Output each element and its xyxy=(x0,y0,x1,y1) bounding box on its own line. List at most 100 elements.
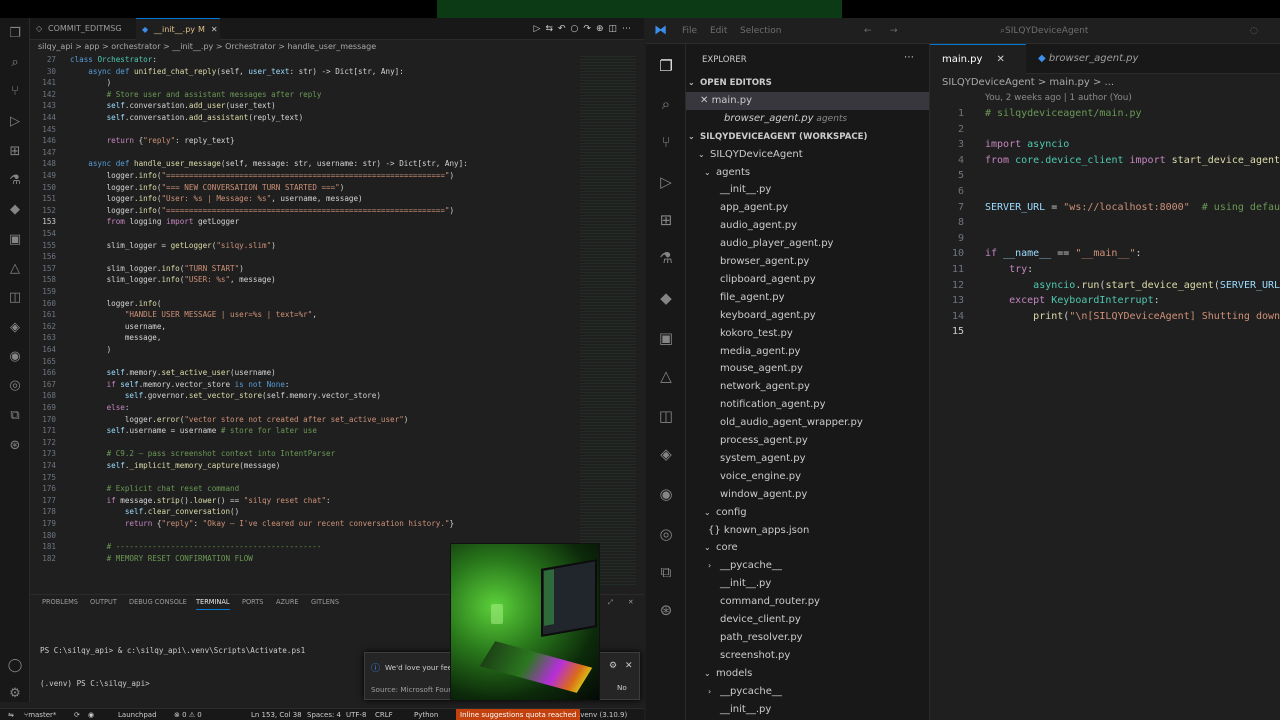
code-line[interactable]: 151 logger.info("User: %s | Message: %s"… xyxy=(30,193,578,205)
file-item[interactable]: __init__.py xyxy=(686,575,929,593)
source-control-icon[interactable]: ⑂ xyxy=(7,84,23,100)
folder-root[interactable]: ⌄ SILQYDeviceAgent xyxy=(686,146,929,164)
code-line[interactable]: 175 xyxy=(30,472,578,484)
code-line[interactable]: 153 from logging import getLogger xyxy=(30,216,578,228)
docker-icon[interactable]: ▣ xyxy=(7,232,23,248)
gear-icon[interactable]: ⚙ xyxy=(609,661,617,671)
tab-browser-agent-py[interactable]: ◆ browser_agent.py xyxy=(1026,44,1146,74)
gitlens-status-icon[interactable]: ◉ xyxy=(88,709,94,720)
files-icon[interactable]: ❐ xyxy=(7,26,23,42)
run-debug-icon[interactable]: ▷ xyxy=(7,114,23,130)
breadcrumb[interactable]: SILQYDeviceAgent > main.py > ... xyxy=(942,77,1114,88)
file-item[interactable]: network_agent.py xyxy=(686,378,929,396)
code-line[interactable]: 146 return {"reply": reply_text} xyxy=(30,135,578,147)
extensions-icon[interactable]: ⊞ xyxy=(656,210,676,230)
code-line[interactable]: 162 username, xyxy=(30,321,578,333)
code-line[interactable]: 12 asyncio.run(start_device_agent(SERVER… xyxy=(930,278,1280,294)
folder-config[interactable]: ⌄ config xyxy=(686,504,929,522)
code-line[interactable]: 157 slim_logger.info("TURN START") xyxy=(30,263,578,275)
file-item[interactable]: file_agent.py xyxy=(686,289,929,307)
run-icon[interactable]: ▷ xyxy=(534,24,546,34)
code-line[interactable]: 168 self.governor.set_vector_store(self.… xyxy=(30,390,578,402)
problems-count[interactable]: ⊗ 0 ⚠ 0 xyxy=(174,709,202,720)
search-icon[interactable]: ⌕ xyxy=(656,94,676,114)
file-item[interactable]: system_agent.py xyxy=(686,450,929,468)
code-line[interactable]: 161 "HANDLE USER MESSAGE | user=%s | tex… xyxy=(30,309,578,321)
code-editor[interactable]: 27 class Orchestrator: 30 async def unifie… xyxy=(30,54,578,586)
source-control-icon[interactable]: ⑂ xyxy=(656,132,676,152)
tab-ports[interactable]: PORTS xyxy=(242,595,263,609)
code-line[interactable]: 145 xyxy=(30,124,578,136)
copilot-icon[interactable]: ◈ xyxy=(7,320,23,336)
code-line[interactable]: 11 try: xyxy=(930,262,1280,278)
remote-explorer-icon[interactable]: ◫ xyxy=(656,406,676,426)
file-item[interactable]: __init__.py xyxy=(686,701,929,719)
file-item[interactable]: media_agent.py xyxy=(686,343,929,361)
extensions-icon[interactable]: ⊞ xyxy=(7,144,23,160)
code-line[interactable]: 144 self.conversation.add_assistant(repl… xyxy=(30,112,578,124)
code-line[interactable]: 7 SERVER_URL = "ws://localhost:8000" # us… xyxy=(930,200,1280,216)
code-line[interactable]: 147 xyxy=(30,147,578,159)
close-icon[interactable]: ✕ xyxy=(700,95,712,106)
nav-forward-icon[interactable]: → xyxy=(890,18,898,44)
code-line[interactable]: 10 if __name__ == "__main__": xyxy=(930,246,1280,262)
account-icon[interactable]: ◯ xyxy=(7,658,23,674)
code-line[interactable]: 14 print("\n[SILQYDeviceAgent] Shutting … xyxy=(930,309,1280,325)
code-line[interactable]: 177 if message.strip().lower() == "silqy… xyxy=(30,495,578,507)
minimap[interactable] xyxy=(580,54,636,586)
forward-icon[interactable]: ↷ xyxy=(583,24,596,34)
close-panel-icon[interactable]: ✕ xyxy=(628,595,634,609)
file-item[interactable]: audio_player_agent.py xyxy=(686,235,929,253)
folder-core[interactable]: ⌄ core xyxy=(686,539,929,557)
code-line[interactable]: 6 xyxy=(930,184,1280,200)
tab-main-py[interactable]: main.py ✕ xyxy=(930,44,1026,74)
code-line[interactable]: 169 else: xyxy=(30,402,578,414)
cursor-position[interactable]: Ln 153, Col 38 xyxy=(251,709,302,720)
code-line[interactable]: 172 xyxy=(30,437,578,449)
file-item[interactable]: audio_agent.py xyxy=(686,217,929,235)
file-item[interactable]: voice_engine.py xyxy=(686,468,929,486)
code-line[interactable]: 3 import asyncio xyxy=(930,137,1280,153)
code-line[interactable]: 150 logger.info("=== NEW CONVERSATION TU… xyxy=(30,182,578,194)
code-line[interactable]: 142 # Store user and assistant messages … xyxy=(30,89,578,101)
file-item[interactable]: app_agent.py xyxy=(686,199,929,217)
menu-selection[interactable]: Selection xyxy=(740,18,781,44)
open-editor-main-py[interactable]: ✕ main.py xyxy=(686,91,929,110)
code-line[interactable]: 30 async def unified_chat_reply(self, us… xyxy=(30,66,578,78)
tab-azure[interactable]: AZURE xyxy=(276,595,299,609)
command-center-search[interactable]: ⌕ SILQYDeviceAgent (Workspace) xyxy=(1000,18,1088,62)
code-line[interactable]: 158 slim_logger.info("USER: %s", message… xyxy=(30,274,578,286)
code-line[interactable]: 152 logger.info("=======================… xyxy=(30,205,578,217)
menu-file[interactable]: File xyxy=(682,18,697,44)
gitlens-icon[interactable]: ◉ xyxy=(7,349,23,365)
file-item[interactable]: __init__.py xyxy=(686,181,929,199)
code-line[interactable]: 148 async def handle_user_message(self, … xyxy=(30,158,578,170)
testing-icon[interactable]: ⚗ xyxy=(7,173,23,189)
maximize-panel-icon[interactable]: ⤢ xyxy=(608,595,613,609)
code-line[interactable]: 155 slim_logger = getLogger("silqy.slim"… xyxy=(30,240,578,252)
copilot-quota-warning[interactable]: Inline suggestions quota reached xyxy=(456,709,581,720)
code-line[interactable]: 179 return {"reply": "Okay — I've cleare… xyxy=(30,518,578,530)
file-item[interactable]: command_router.py xyxy=(686,593,929,611)
code-line[interactable]: 166 self.memory.set_active_user(username… xyxy=(30,367,578,379)
file-item[interactable]: mouse_agent.py xyxy=(686,360,929,378)
file-item[interactable]: clipboard_agent.py xyxy=(686,271,929,289)
breadcrumb[interactable]: silqy_api > app > orchestrator > __init_… xyxy=(38,41,376,53)
no-button[interactable]: No xyxy=(617,683,627,692)
file-item[interactable]: old_audio_agent_wrapper.py xyxy=(686,414,929,432)
timeline-icon[interactable]: ◎ xyxy=(656,524,676,544)
tab-output[interactable]: OUTPUT xyxy=(90,595,117,609)
code-line[interactable]: 13 except KeyboardInterrupt: xyxy=(930,293,1280,309)
language-mode[interactable]: Python xyxy=(414,709,438,720)
testing-icon[interactable]: ⚗ xyxy=(656,248,676,268)
code-line[interactable]: 176 # Explicit chat reset command xyxy=(30,483,578,495)
file-item[interactable]: keyboard_agent.py xyxy=(686,307,929,325)
azure-icon[interactable]: △ xyxy=(656,366,676,386)
code-line[interactable]: 9 xyxy=(930,231,1280,247)
live-share-icon[interactable]: ⊛ xyxy=(656,600,676,620)
dot-icon[interactable]: ○ xyxy=(571,24,584,34)
python-env[interactable]: .venv (3.10.9) xyxy=(578,709,627,720)
folder-agents[interactable]: ⌄ agents xyxy=(686,164,929,182)
code-line[interactable]: 5 xyxy=(930,168,1280,184)
tab-problems[interactable]: PROBLEMS xyxy=(42,595,78,609)
